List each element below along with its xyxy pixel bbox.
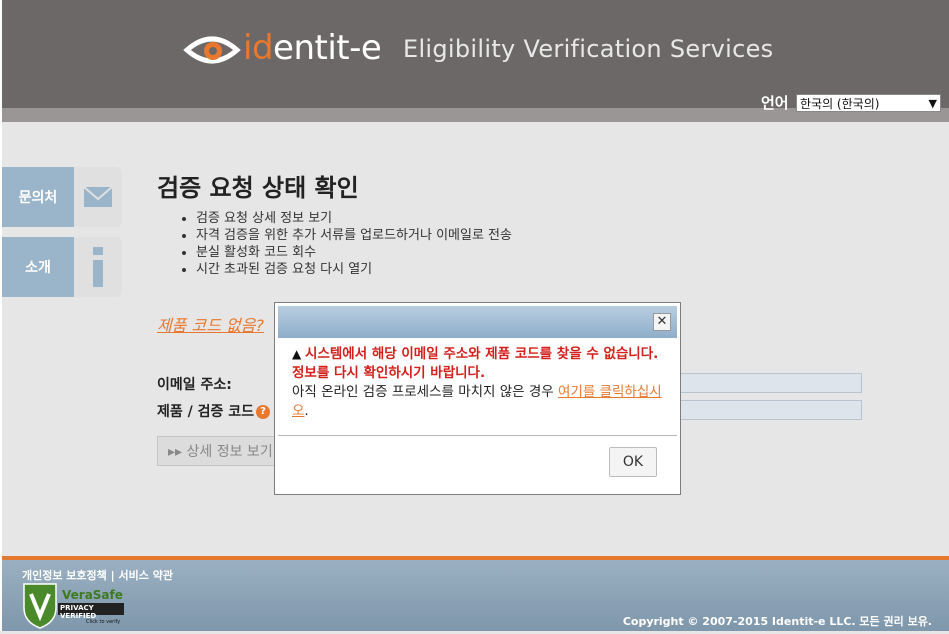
error-dialog: ✕ ▲ 시스템에서 해당 이메일 주소와 제품 코드를 찾을 수 없습니다. 정… bbox=[274, 302, 681, 495]
terms-link[interactable]: 서비스 약관 bbox=[119, 569, 173, 582]
envelope-icon bbox=[74, 167, 122, 227]
warning-icon: ▲ bbox=[292, 347, 306, 361]
email-label: 이메일 주소: bbox=[157, 377, 232, 393]
footer-links: 개인정보 보호정책 | 서비스 약관 bbox=[22, 567, 173, 583]
view-details-button[interactable]: ▸▸ 상세 정보 보기 bbox=[157, 436, 287, 466]
language-select[interactable]: 한국의 (한국의) ▼ bbox=[796, 94, 941, 112]
verasafe-caption: PRIVACY VERIFIED bbox=[60, 604, 97, 620]
list-item: 시간 초과된 검증 요청 다시 열기 bbox=[196, 261, 512, 278]
sidebar-tab-label: 문의처 bbox=[2, 167, 74, 227]
verasafe-subcaption: Click to verify bbox=[86, 619, 121, 625]
error-message: 시스템에서 해당 이메일 주소와 제품 코드를 찾을 수 없습니다. 정보를 다… bbox=[292, 346, 659, 381]
language-selected-value: 한국의 (한국의) bbox=[800, 97, 880, 111]
info-icon bbox=[74, 237, 122, 297]
list-item: 분실 활성화 코드 회수 bbox=[196, 244, 512, 261]
verasafe-name: VeraSafe bbox=[62, 588, 123, 602]
sidebar-tab-contact[interactable]: 문의처 bbox=[2, 167, 122, 227]
feature-list: 검증 요청 상세 정보 보기 자격 검증을 위한 추가 서류를 업로드하거나 이… bbox=[180, 210, 512, 278]
list-item: 검증 요청 상세 정보 보기 bbox=[196, 210, 512, 227]
code-label: 제품 / 검증 코드? bbox=[157, 401, 271, 421]
ok-button[interactable]: OK bbox=[609, 447, 657, 477]
play-arrow-icon: ▸▸ bbox=[168, 444, 187, 460]
copyright-text: Copyright © 2007-2015 Identit-e LLC. 모든 … bbox=[622, 615, 932, 628]
code-field[interactable] bbox=[672, 400, 862, 420]
site-tagline: Eligibility Verification Services bbox=[403, 35, 774, 63]
dialog-divider bbox=[278, 435, 677, 436]
eye-logo-icon bbox=[183, 36, 241, 64]
close-icon[interactable]: ✕ bbox=[653, 313, 671, 331]
email-field[interactable] bbox=[672, 373, 862, 393]
list-item: 자격 검증을 위한 추가 서류를 업로드하거나 이메일로 전송 bbox=[196, 227, 512, 244]
identit-e-logo[interactable]: identit-e bbox=[183, 28, 383, 74]
help-icon[interactable]: ? bbox=[256, 405, 271, 419]
privacy-policy-link[interactable]: 개인정보 보호정책 bbox=[22, 569, 107, 582]
verasafe-badge[interactable]: VeraSafe PRIVACY VERIFIED Click to verif… bbox=[22, 582, 126, 630]
dialog-message: ▲ 시스템에서 해당 이메일 주소와 제품 코드를 찾을 수 없습니다. 정보를… bbox=[292, 345, 666, 421]
sidebar-tab-about[interactable]: 소개 bbox=[2, 237, 122, 297]
no-product-code-link[interactable]: 제품 코드 없음? bbox=[157, 312, 264, 336]
info-message: 아직 온라인 검증 프로세스를 마치지 않은 경우 bbox=[292, 384, 559, 400]
language-label: 언어 bbox=[761, 94, 789, 112]
page-title: 검증 요청 상태 확인 bbox=[157, 174, 359, 202]
chevron-down-icon: ▼ bbox=[928, 97, 937, 110]
info-message-end: . bbox=[304, 403, 309, 419]
logo-wordmark: identit-e bbox=[243, 28, 382, 68]
sidebar-tab-label: 소개 bbox=[2, 237, 74, 297]
dialog-titlebar[interactable]: ✕ bbox=[278, 306, 677, 338]
footer-separator: | bbox=[110, 569, 115, 582]
